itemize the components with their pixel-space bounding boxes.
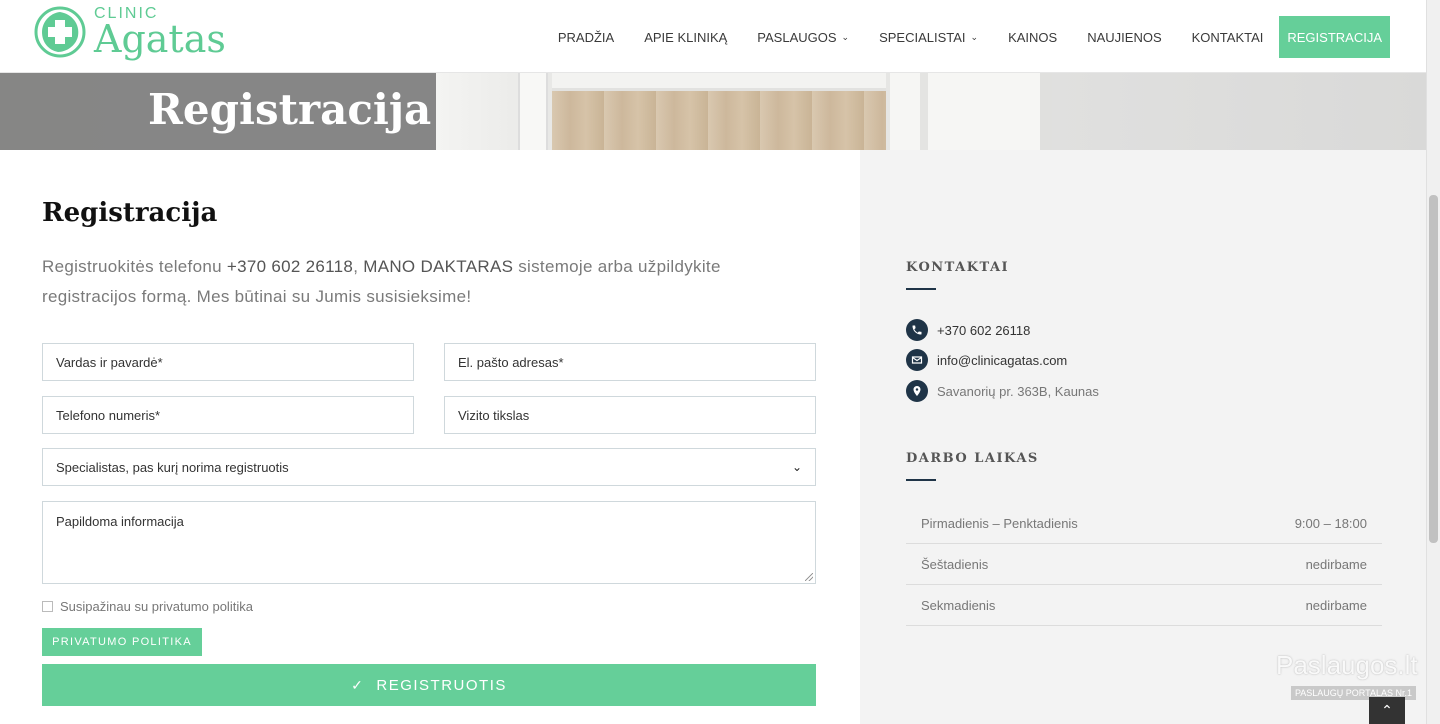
watermark-title: Paslaugos.lt [1276, 650, 1418, 680]
watermark: Paslaugos.lt PASLAUGŲ PORTALAS Nr.1 [1276, 650, 1418, 700]
hero-photo-floor [552, 91, 886, 150]
contact-email[interactable]: info@clinicagatas.com [906, 349, 1067, 371]
consent-checkbox[interactable] [42, 601, 53, 612]
page-scrollbar[interactable] [1426, 0, 1440, 724]
nav-item-kainos[interactable]: KAINOS [1008, 30, 1057, 45]
chevron-up-icon: ⌃ [1381, 702, 1393, 719]
contact-address: Savanorių pr. 363B, Kaunas [906, 380, 1099, 402]
site-header: CLINIC Agatas PRADŽIA APIE KLINIKĄ PASLA… [0, 0, 1426, 73]
additional-info-textarea[interactable]: Papildoma informacija [42, 501, 816, 584]
nav-item-kontaktai[interactable]: KONTAKTAI [1192, 30, 1264, 45]
hours-row: Pirmadienis – Penktadienis 9:00 – 18:00 [906, 503, 1382, 544]
register-button-label: REGISTRUOTIS [376, 676, 507, 694]
sidebar: KONTAKTAI +370 602 26118 info@clinicagat… [860, 150, 1426, 724]
nav-item-apie[interactable]: APIE KLINIKĄ [644, 30, 727, 45]
hero-photo-frame-post [920, 73, 928, 150]
check-icon: ✓ [351, 676, 365, 693]
logo[interactable]: CLINIC Agatas [34, 6, 226, 58]
page-title: Registracija [42, 198, 218, 228]
visit-purpose-input[interactable]: Vizito tikslas [444, 396, 816, 434]
hours-row: Šeštadienis nedirbame [906, 544, 1382, 585]
hours-row: Sekmadienis nedirbame [906, 585, 1382, 626]
contact-email-text: info@clinicagatas.com [937, 352, 1068, 368]
phone-input[interactable]: Telefono numeris* [42, 396, 414, 434]
nav-item-pradzia[interactable]: PRADŽIA [558, 30, 614, 45]
intro-phone: +370 602 26118 [226, 257, 354, 276]
main-nav: PRADŽIA APIE KLINIKĄ PASLAUGOS ⌄ SPECIALI… [528, 16, 1390, 58]
email-icon [906, 349, 928, 371]
phone-icon [906, 319, 928, 341]
hero-banner: Registracija [0, 73, 1426, 150]
hero-photo-frame [886, 73, 1052, 150]
intro-system: MANO DAKTARAS [363, 257, 514, 276]
hero-photo-frame-post [1040, 73, 1052, 150]
nav-item-paslaugos[interactable]: PASLAUGOS ⌄ [757, 30, 849, 45]
contact-address-text: Savanorių pr. 363B, Kaunas [937, 383, 1099, 399]
resize-handle-icon[interactable] [805, 573, 813, 581]
back-to-top-button[interactable]: ⌃ [1369, 697, 1405, 724]
contact-phone-text: +370 602 26118 [937, 322, 1031, 338]
hero-photo-wall2 [552, 73, 886, 91]
additional-info-placeholder: Papildoma informacija [56, 514, 184, 529]
chevron-down-icon: ⌄ [841, 31, 850, 42]
nav-item-naujienos[interactable]: NAUJIENOS [1087, 30, 1161, 45]
specialist-select-value: Specialistas, pas kurį norima registruot… [56, 459, 289, 475]
contacts-heading: KONTAKTAI [906, 260, 1010, 275]
chevron-down-icon: ⌄ [970, 31, 979, 42]
nav-item-specialistai[interactable]: SPECIALISTAI ⌄ [879, 30, 978, 45]
logo-name: Agatas [94, 17, 226, 61]
heading-divider [906, 288, 936, 290]
nav-registracija-button[interactable]: REGISTRACIJA [1279, 16, 1390, 58]
consent-label: Susipažinau su privatumo politika [60, 599, 253, 614]
chevron-down-icon: ⌄ [791, 460, 802, 474]
hours-heading: DARBO LAIKAS [906, 451, 1039, 466]
specialist-select[interactable]: Specialistas, pas kurį norima registruot… [42, 448, 816, 486]
hero-photo-right [1052, 73, 1426, 150]
privacy-consent[interactable]: Susipažinau su privatumo politika [42, 599, 253, 614]
hero-title: Registracija [148, 85, 432, 134]
contact-phone[interactable]: +370 602 26118 [906, 319, 1030, 341]
email-input[interactable]: El. pašto adresas* [444, 343, 816, 381]
name-input[interactable]: Vardas ir pavardė* [42, 343, 414, 381]
privacy-policy-button[interactable]: PRIVATUMO POLITIKA [42, 628, 202, 656]
register-button[interactable]: ✓ REGISTRUOTIS [42, 664, 816, 706]
heading-divider [906, 479, 936, 481]
main-content: Registracija Registruokitės telefonu +37… [0, 150, 860, 724]
intro-text: Registruokitės telefonu +370 602 26118, … [42, 257, 721, 306]
clinic-cross-icon [34, 6, 86, 58]
hero-photo-door [518, 73, 548, 150]
map-pin-icon [906, 380, 928, 402]
opening-hours-list: Pirmadienis – Penktadienis 9:00 – 18:00 … [906, 503, 1382, 626]
scrollbar-thumb[interactable] [1429, 195, 1438, 543]
